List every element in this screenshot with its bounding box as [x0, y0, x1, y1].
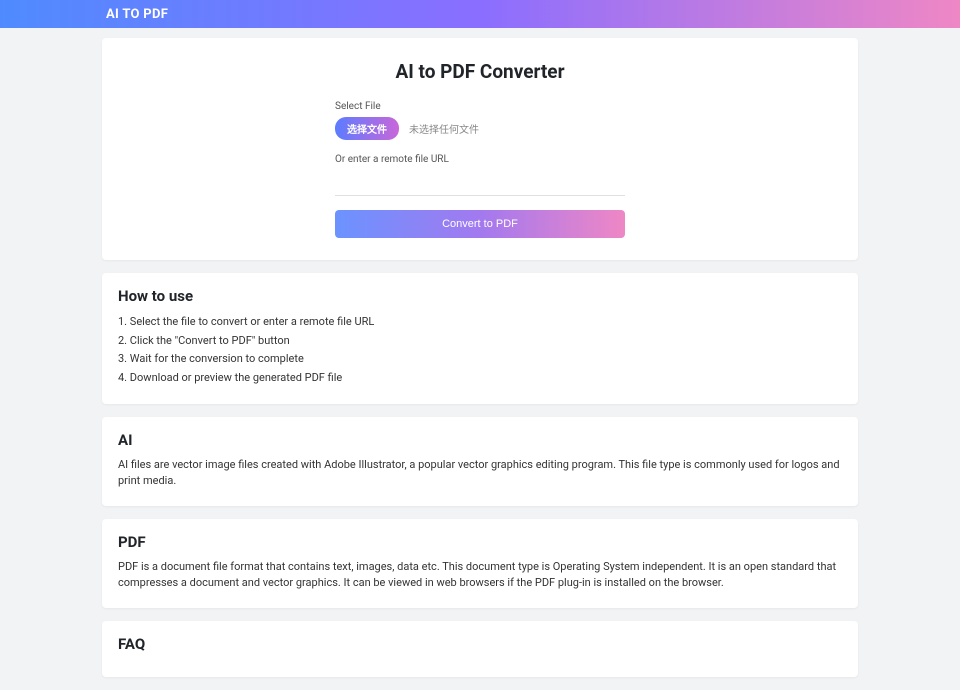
ai-title: AI [118, 431, 842, 449]
remote-url-input[interactable] [335, 175, 625, 196]
howto-title: How to use [118, 287, 842, 305]
or-enter-url-label: Or enter a remote file URL [335, 154, 625, 165]
ai-description: AI files are vector image files created … [118, 457, 842, 490]
convert-button[interactable]: Convert to PDF [335, 210, 625, 238]
faq-title: FAQ [118, 635, 842, 653]
converter-card: AI to PDF Converter Select File 选择文件 未选择… [102, 38, 858, 260]
page-title: AI to PDF Converter [118, 60, 842, 83]
howto-step: 2. Click the "Convert to PDF" button [118, 332, 842, 351]
main-container: AI to PDF Converter Select File 选择文件 未选择… [102, 38, 858, 677]
pdf-card: PDF PDF is a document file format that c… [102, 519, 858, 608]
ai-card: AI AI files are vector image files creat… [102, 417, 858, 506]
howto-step: 4. Download or preview the generated PDF… [118, 369, 842, 388]
topbar: AI TO PDF [0, 0, 960, 28]
choose-file-button[interactable]: 选择文件 [335, 117, 399, 140]
howto-card: How to use 1. Select the file to convert… [102, 273, 858, 404]
faq-card: FAQ [102, 621, 858, 677]
pdf-title: PDF [118, 533, 842, 551]
form-area: Select File 选择文件 未选择任何文件 Or enter a remo… [335, 101, 625, 238]
howto-list: 1. Select the file to convert or enter a… [118, 313, 842, 388]
howto-step: 3. Wait for the conversion to complete [118, 350, 842, 369]
brand-title: AI TO PDF [106, 7, 168, 22]
file-status-text: 未选择任何文件 [409, 121, 479, 136]
file-row: 选择文件 未选择任何文件 [335, 117, 625, 140]
pdf-description: PDF is a document file format that conta… [118, 559, 842, 592]
howto-step: 1. Select the file to convert or enter a… [118, 313, 842, 332]
select-file-label: Select File [335, 101, 625, 112]
